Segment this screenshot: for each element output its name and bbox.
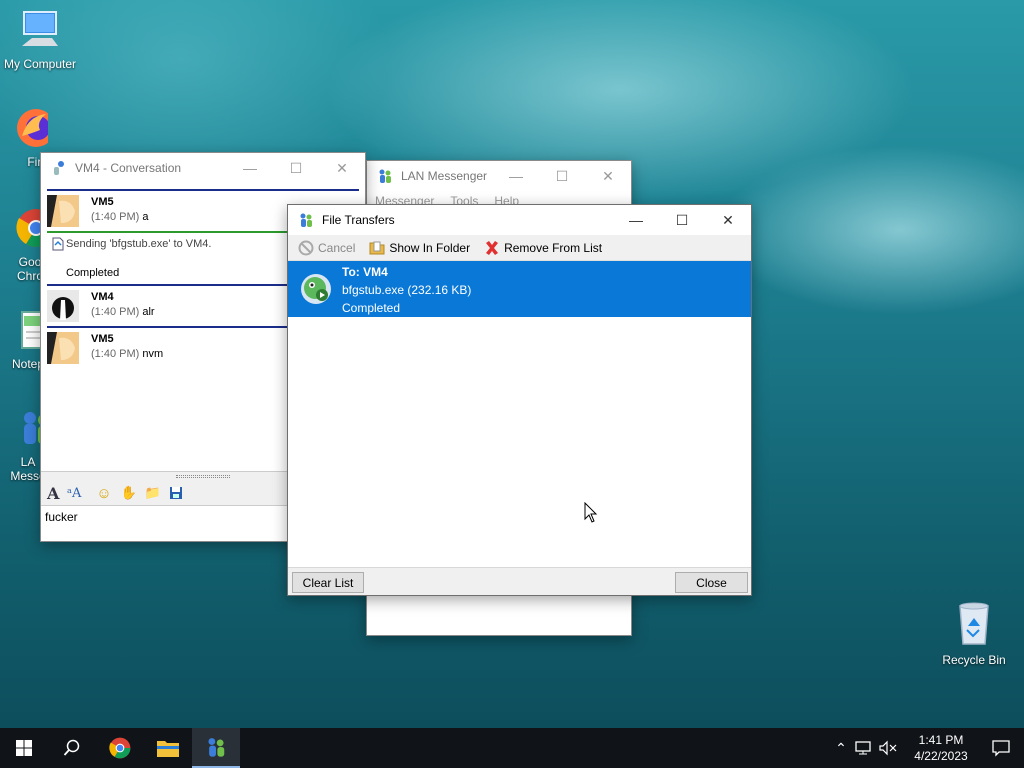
avatar bbox=[47, 332, 79, 364]
search-icon bbox=[63, 739, 80, 756]
recycle-bin-icon bbox=[959, 602, 989, 645]
transfers-footer: Clear List Close bbox=[288, 567, 751, 595]
transfers-toolbar: Cancel Show In Folder Remove From List bbox=[288, 235, 751, 261]
font-style-icon[interactable]: ᵃA bbox=[67, 486, 91, 501]
system-tray: ⌃ 1:41 PM 4/22/2023 bbox=[830, 728, 1024, 768]
smiley-icon[interactable]: ☺ bbox=[91, 485, 117, 502]
maximize-button[interactable]: ☐ bbox=[539, 161, 585, 191]
mouse-cursor-icon bbox=[584, 502, 598, 523]
show-in-folder-button[interactable]: Show In Folder bbox=[365, 237, 474, 259]
minimize-button[interactable]: — bbox=[613, 205, 659, 235]
folder-icon bbox=[157, 741, 179, 757]
desktop-icon-my-computer[interactable]: My Computer bbox=[0, 8, 80, 71]
file-transfers-window: File Transfers — ☐ ✕ Cancel Show In Fold… bbox=[287, 204, 752, 596]
start-button[interactable] bbox=[0, 728, 48, 768]
transfers-titlebar: File Transfers — ☐ ✕ bbox=[288, 205, 751, 235]
save-icon[interactable] bbox=[165, 486, 187, 500]
network-icon[interactable] bbox=[854, 740, 876, 756]
taskbar-chrome[interactable] bbox=[96, 728, 144, 768]
clear-list-button[interactable]: Clear List bbox=[292, 572, 364, 593]
messenger-titlebar: LAN Messenger — ☐ ✕ bbox=[367, 161, 631, 191]
close-button[interactable]: ✕ bbox=[705, 205, 751, 235]
firefox-icon bbox=[17, 109, 48, 147]
windows-icon bbox=[16, 740, 32, 756]
avatar bbox=[47, 290, 79, 322]
desktop-icon-recycle-bin[interactable]: Recycle Bin bbox=[934, 600, 1014, 667]
message-time: (1:40 PM) bbox=[91, 306, 140, 318]
taskbar: ⌃ 1:41 PM 4/22/2023 bbox=[0, 728, 1024, 768]
message-sender: VM5 bbox=[91, 196, 114, 208]
cancel-icon bbox=[298, 240, 314, 255]
notification-icon bbox=[992, 740, 1010, 757]
taskbar-lan-messenger[interactable] bbox=[192, 728, 240, 768]
avatar bbox=[47, 195, 79, 227]
conversation-titlebar: VM4 - Conversation — ☐ ✕ bbox=[41, 153, 365, 183]
transfer-list: To: VM4 bfgstub.exe (232.16 KB) Complete… bbox=[288, 261, 751, 567]
message-text: a bbox=[142, 211, 149, 223]
messenger-title: LAN Messenger bbox=[401, 169, 488, 183]
search-button[interactable] bbox=[48, 728, 96, 768]
folder-icon bbox=[369, 241, 385, 254]
message-text: nvm bbox=[142, 348, 164, 360]
taskbar-file-explorer[interactable] bbox=[144, 728, 192, 768]
remove-icon bbox=[486, 240, 499, 255]
computer-icon bbox=[22, 11, 58, 46]
transfer-status: Completed bbox=[342, 301, 401, 315]
clock-time: 1:41 PM bbox=[918, 733, 964, 747]
minimize-button[interactable]: — bbox=[227, 153, 273, 183]
file-notice-text: Sending 'bfgstub.exe' to VM4. bbox=[66, 238, 212, 250]
lan-messenger-icon bbox=[379, 169, 391, 183]
nudge-icon[interactable]: ✋ bbox=[117, 485, 141, 501]
notifications-button[interactable] bbox=[978, 739, 1024, 757]
file-icon bbox=[52, 237, 64, 251]
transfer-item[interactable]: To: VM4 bfgstub.exe (232.16 KB) Complete… bbox=[288, 261, 751, 317]
message-time: (1:40 PM) bbox=[91, 348, 140, 360]
file-status-text: Completed bbox=[66, 267, 120, 279]
message-time: (1:40 PM) bbox=[91, 211, 140, 223]
maximize-button[interactable]: ☐ bbox=[273, 153, 319, 183]
minimize-button[interactable]: — bbox=[493, 161, 539, 191]
close-button[interactable]: ✕ bbox=[585, 161, 631, 191]
message-sender: VM5 bbox=[91, 333, 114, 345]
chrome-icon bbox=[109, 737, 131, 759]
volume-muted-icon[interactable] bbox=[878, 740, 900, 756]
transfer-filename: bfgstub.exe (232.16 KB) bbox=[342, 283, 472, 297]
message-input-text: fucker bbox=[45, 510, 78, 524]
send-file-icon[interactable]: 📁 bbox=[141, 485, 165, 501]
transfers-title: File Transfers bbox=[322, 213, 395, 227]
maximize-button[interactable]: ☐ bbox=[659, 205, 705, 235]
font-icon[interactable]: A bbox=[47, 484, 67, 503]
chevron-up-icon[interactable]: ⌃ bbox=[830, 740, 852, 757]
clock[interactable]: 1:41 PM 4/22/2023 bbox=[904, 732, 978, 764]
lan-messenger-icon bbox=[300, 213, 312, 227]
message-text: alr bbox=[142, 306, 155, 318]
cancel-button[interactable]: Cancel bbox=[294, 237, 359, 259]
close-dialog-button[interactable]: Close bbox=[675, 572, 748, 593]
clock-date: 4/22/2023 bbox=[914, 749, 968, 763]
lan-messenger-icon bbox=[208, 738, 225, 757]
conversation-title: VM4 - Conversation bbox=[75, 161, 182, 175]
message-sender: VM4 bbox=[91, 291, 114, 303]
remove-from-list-button[interactable]: Remove From List bbox=[480, 237, 606, 259]
file-transfer-icon bbox=[301, 274, 331, 304]
conversation-icon bbox=[54, 161, 64, 175]
transfer-recipient: To: VM4 bbox=[342, 265, 388, 279]
close-button[interactable]: ✕ bbox=[319, 153, 365, 183]
